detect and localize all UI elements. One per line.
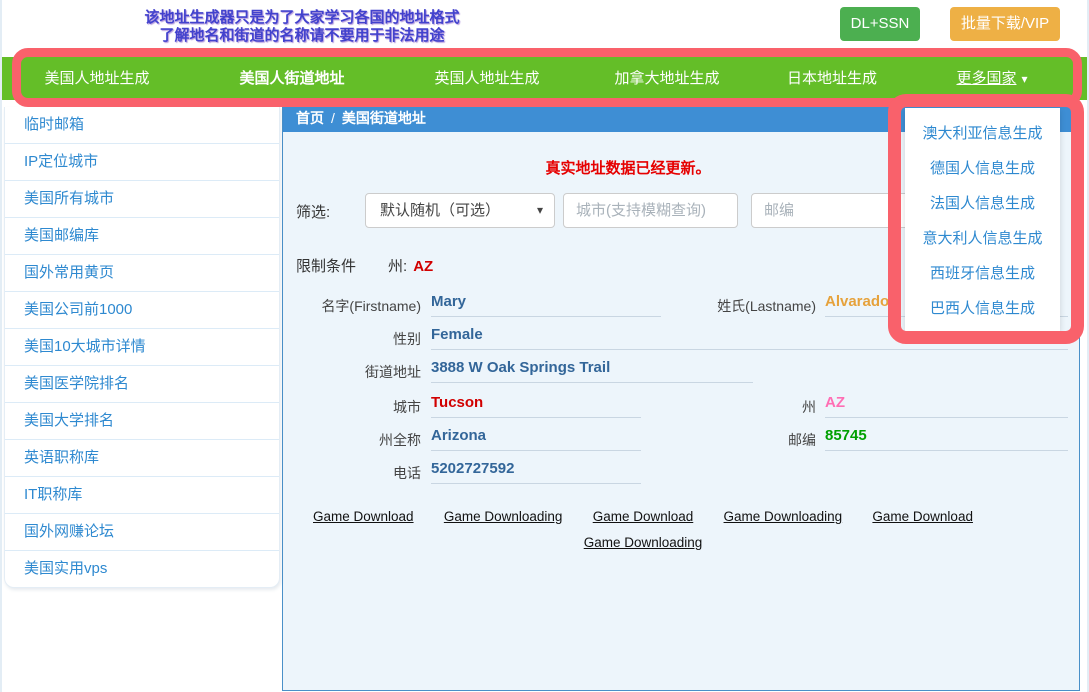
nav-more-countries[interactable]: 更多国家 ▾ [956, 57, 1027, 101]
game-links-row1: Game Download Game Downloading Game Down… [313, 509, 973, 524]
update-notice: 真实地址数据已经更新。 [283, 157, 973, 178]
zip-label: 邮编 [663, 430, 816, 450]
restriction-field-label: 州: [388, 258, 407, 275]
firstname-value: Mary [431, 293, 661, 317]
site-warning-text: 该地址生成器只是为了大家学习各国的地址格式 了解地名和街道的名称请不要用于非法用… [102, 9, 502, 45]
filter-label: 筛选: [296, 201, 330, 222]
nav-us-address[interactable]: 美国人地址生成 [44, 57, 149, 100]
sidebar: 临时邮箱 IP定位城市 美国所有城市 美国邮编库 国外常用黄页 美国公司前100… [4, 107, 280, 588]
breadcrumb-current: 美国街道地址 [342, 110, 426, 126]
warning-line-2: 了解地名和街道的名称请不要用于非法用途 [102, 27, 502, 45]
game-downloading-link-6[interactable]: Game Downloading [584, 535, 703, 550]
main-navbar: 美国人地址生成 美国人街道地址 英国人地址生成 加拿大地址生成 日本地址生成 更… [2, 57, 1089, 100]
sidebar-item-us-cities[interactable]: 美国所有城市 [5, 181, 279, 218]
sidebar-item-us-zipcodes[interactable]: 美国邮编库 [5, 218, 279, 255]
street-label: 街道地址 [283, 362, 421, 382]
sidebar-item-temp-mail[interactable]: 临时邮箱 [5, 107, 279, 144]
form-row-phone: 电话 5202727592 [283, 460, 1079, 490]
city-search-input[interactable] [563, 193, 738, 228]
phone-value: 5202727592 [431, 460, 641, 484]
sidebar-item-us-vps[interactable]: 美国实用vps [5, 551, 279, 588]
nav-japan-address[interactable]: 日本地址生成 [787, 57, 877, 100]
batch-download-vip-button[interactable]: 批量下载/VIP [950, 7, 1060, 41]
restriction-label: 限制条件 [296, 258, 356, 275]
sidebar-item-ip-city[interactable]: IP定位城市 [5, 144, 279, 181]
dropdown-item-australia[interactable]: 澳大利亚信息生成 [905, 116, 1060, 151]
state-value: AZ [825, 394, 1068, 418]
game-links-row2: Game Downloading [313, 534, 973, 552]
breadcrumb-separator: / [331, 110, 335, 126]
dropdown-item-italy[interactable]: 意大利人信息生成 [905, 221, 1060, 256]
game-downloading-link-2[interactable]: Game Downloading [444, 509, 563, 524]
nav-more-countries-label: 更多国家 [956, 70, 1016, 87]
sidebar-item-forum[interactable]: 国外网赚论坛 [5, 514, 279, 551]
dropdown-item-germany[interactable]: 德国人信息生成 [905, 151, 1060, 186]
restriction-state-value: AZ [413, 258, 433, 275]
lastname-label: 姓氏(Lastname) [663, 296, 816, 316]
random-mode-select-value: 默认随机（可选） [380, 202, 500, 219]
sidebar-item-yellow-pages[interactable]: 国外常用黄页 [5, 255, 279, 292]
caret-down-icon: ▾ [537, 194, 543, 227]
sidebar-item-top1000-company[interactable]: 美国公司前1000 [5, 292, 279, 329]
dropdown-item-brazil[interactable]: 巴西人信息生成 [905, 291, 1060, 326]
form-row-city-state: 城市 Tucson 州 AZ [283, 394, 1079, 424]
game-download-link-3[interactable]: Game Download [593, 509, 694, 524]
warning-line-1: 该地址生成器只是为了大家学习各国的地址格式 [102, 9, 502, 27]
sidebar-item-it-titles[interactable]: IT职称库 [5, 477, 279, 514]
game-downloading-link-4[interactable]: Game Downloading [724, 509, 843, 524]
gender-label: 性别 [283, 329, 421, 349]
more-countries-dropdown: 澳大利亚信息生成 德国人信息生成 法国人信息生成 意大利人信息生成 西班牙信息生… [905, 108, 1060, 331]
zip-search-input[interactable] [751, 193, 916, 228]
game-download-link-1[interactable]: Game Download [313, 509, 414, 524]
sidebar-item-medschool-rank[interactable]: 美国医学院排名 [5, 366, 279, 403]
zip-value: 85745 [825, 427, 1068, 451]
sidebar-item-english-titles[interactable]: 英语职称库 [5, 440, 279, 477]
nav-us-street-address[interactable]: 美国人街道地址 [239, 57, 344, 100]
breadcrumb-home[interactable]: 首页 [296, 110, 324, 126]
caret-down-icon: ▾ [1021, 58, 1027, 101]
random-mode-select[interactable]: 默认随机（可选） ▾ [365, 193, 555, 228]
dropdown-item-spain[interactable]: 西班牙信息生成 [905, 256, 1060, 291]
nav-canada-address[interactable]: 加拿大地址生成 [614, 57, 719, 100]
city-value: Tucson [431, 394, 641, 418]
firstname-label: 名字(Firstname) [283, 296, 421, 316]
sidebar-item-university-rank[interactable]: 美国大学排名 [5, 403, 279, 440]
state-full-value: Arizona [431, 427, 641, 451]
sidebar-item-top10-cities[interactable]: 美国10大城市详情 [5, 329, 279, 366]
form-row-statefull-zip: 州全称 Arizona 邮编 85745 [283, 427, 1079, 457]
city-label: 城市 [283, 397, 421, 417]
game-download-link-5[interactable]: Game Download [872, 509, 973, 524]
state-full-label: 州全称 [283, 430, 421, 450]
dl-ssn-button[interactable]: DL+SSN [840, 7, 920, 41]
state-label: 州 [663, 397, 816, 417]
nav-uk-address[interactable]: 英国人地址生成 [434, 57, 539, 100]
phone-label: 电话 [283, 463, 421, 483]
restriction-row: 限制条件 州: AZ [296, 255, 433, 276]
dropdown-item-france[interactable]: 法国人信息生成 [905, 186, 1060, 221]
street-value: 3888 W Oak Springs Trail [431, 359, 753, 383]
form-row-street: 街道地址 3888 W Oak Springs Trail [283, 359, 1079, 389]
page: 该地址生成器只是为了大家学习各国的地址格式 了解地名和街道的名称请不要用于非法用… [0, 0, 1089, 692]
